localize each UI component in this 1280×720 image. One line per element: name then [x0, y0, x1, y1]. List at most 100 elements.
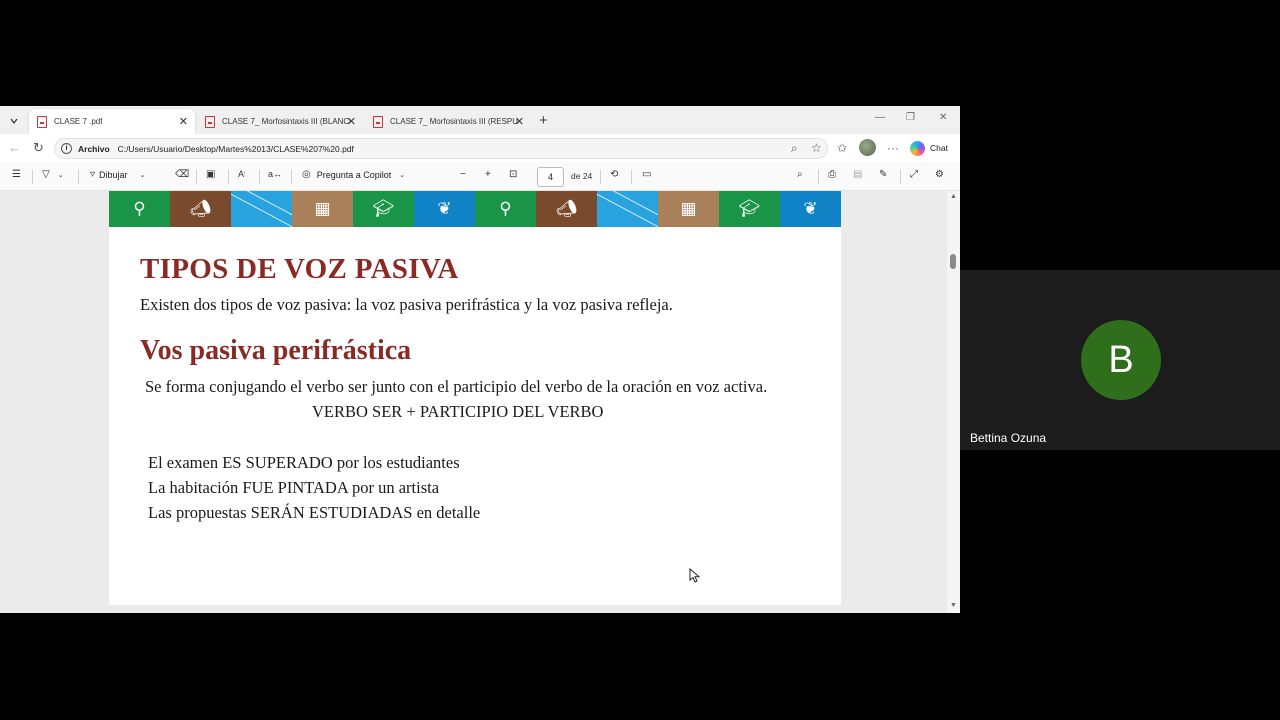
eraser-icon[interactable]: ⌫ [175, 169, 189, 180]
pdf-icon [37, 115, 47, 128]
vertical-scrollbar[interactable]: ▲ ▼ [947, 191, 960, 613]
map-pin-icon: ⚲ [475, 191, 536, 227]
address-url: C:/Users/Usuario/Desktop/Martes%2013/CLA… [117, 143, 354, 154]
megaphone-icon: 📣︎ [170, 191, 231, 227]
back-button[interactable]: ← [8, 140, 21, 155]
contents-icon[interactable]: ☰ [12, 169, 21, 180]
fullscreen-icon[interactable]: ⤢ [910, 169, 918, 180]
favorite-star-icon[interactable]: ☆ [811, 141, 822, 155]
toolbar-divider [78, 170, 79, 184]
minimize-button[interactable]: — [875, 112, 885, 123]
toolbar-divider [600, 170, 601, 184]
document-intro: Existen dos tipos de voz pasiva: la voz … [140, 295, 673, 314]
translate-icon[interactable]: a↔ [268, 169, 282, 179]
people-icon: ▦ [292, 191, 353, 227]
address-scheme: Archivo [78, 143, 110, 154]
participant-avatar: B [1081, 320, 1161, 400]
tab-title: CLASE 7_ Morfosintaxis III (RESPUESTAS) [390, 117, 518, 126]
tab-morfosintaxis-blanco[interactable]: CLASE 7_ Morfosintaxis III (BLANCO) ✕ [197, 109, 363, 134]
more-menu-icon[interactable]: ··· [887, 141, 899, 155]
document-definition: Se forma conjugando el verbo ser junto c… [145, 377, 768, 396]
new-tab-button[interactable]: + [539, 112, 548, 129]
pdf-page: ⚲ 📣︎ ▦ 🎓︎ ❦ ⚲ 📣︎ ▦ 🎓︎ ❦ TIPOS DE VOZ PAS… [109, 191, 841, 605]
save-icon[interactable]: ▤ [853, 169, 862, 180]
map-icon: ❦ [780, 191, 841, 227]
rotate-icon[interactable]: ⟲ [610, 169, 618, 180]
draw-label: Dibujar [99, 169, 128, 180]
toolbar-divider [631, 170, 632, 184]
pdf-viewport[interactable]: ⚲ 📣︎ ▦ 🎓︎ ❦ ⚲ 📣︎ ▦ 🎓︎ ❦ TIPOS DE VOZ PAS… [0, 191, 960, 613]
highlight-icon[interactable]: ▽ ⌄ [42, 169, 64, 180]
copilot-chat-button[interactable]: Chat [910, 139, 948, 157]
scroll-up-arrow-icon[interactable]: ▲ [950, 193, 957, 200]
scroll-down-arrow-icon[interactable]: ▼ [950, 602, 957, 609]
page-view-icon[interactable]: ▭ [642, 169, 651, 180]
pdf-icon [373, 115, 383, 128]
close-window-button[interactable]: ✕ [939, 112, 947, 123]
page-number-input[interactable]: 4 [537, 167, 564, 187]
map-icon: ❦ [414, 191, 475, 227]
draw-button[interactable]: ▿ Dibujar ⌄ [90, 169, 145, 180]
toolbar-divider [291, 170, 292, 184]
screen: CLASE 7 .pdf ✕ CLASE 7_ Morfosintaxis II… [0, 0, 1280, 720]
ask-copilot-button[interactable]: ◎ Pregunta a Copilot ⌄ [302, 169, 405, 180]
pen-icon: ▿ [90, 169, 96, 180]
refresh-button[interactable]: ↻ [33, 140, 44, 156]
copilot-icon [910, 140, 925, 156]
mouse-cursor-icon [689, 568, 701, 583]
read-aloud-icon[interactable]: Aᵎ [238, 169, 245, 179]
pdf-toolbar: ☰ ▽ ⌄ ▿ Dibujar ⌄ ⌫ ▣ Aᵎ a↔ ◎ Pregunta a … [0, 162, 960, 191]
toolbar-divider [900, 170, 901, 184]
page-total: de 24 [571, 171, 593, 181]
participant-name: Bettina Ozuna [970, 431, 1047, 445]
fit-page-icon[interactable]: ⊡ [509, 169, 517, 180]
tab-clase7-pdf[interactable]: CLASE 7 .pdf ✕ [29, 109, 195, 134]
example-line: La habitación FUE PINTADA por un artista [148, 478, 440, 497]
profile-avatar[interactable] [859, 139, 876, 156]
scroll-thumb[interactable] [950, 254, 956, 269]
search-icon[interactable]: ⌕ [797, 169, 803, 180]
zoom-icon[interactable]: ⌕ [791, 141, 798, 156]
graduation-cap-icon: 🎓︎ [353, 191, 414, 227]
tab-close-icon[interactable]: ✕ [515, 115, 524, 128]
graduation-cap-icon: 🎓︎ [719, 191, 780, 227]
document-formula: VERBO SER + PARTICIPIO DEL VERBO [312, 402, 604, 421]
tab-title: CLASE 7 .pdf [54, 117, 103, 126]
example-line: Las propuestas SERÁN ESTUDIADAS en detal… [148, 503, 481, 522]
zoom-in-button[interactable]: + [485, 169, 491, 180]
copilot-icon: ◎ [302, 169, 311, 180]
copilot-chat-label: Chat [930, 143, 948, 153]
tab-title: CLASE 7_ Morfosintaxis III (BLANCO) [222, 117, 350, 126]
stripes-pattern [231, 191, 292, 227]
chevron-down-icon [10, 118, 18, 124]
document-title: TIPOS DE VOZ PASIVA [140, 253, 459, 285]
tab-close-icon[interactable]: ✕ [179, 115, 188, 128]
toolbar-divider [196, 170, 197, 184]
tab-strip: CLASE 7 .pdf ✕ CLASE 7_ Morfosintaxis II… [0, 106, 960, 134]
save-as-icon[interactable]: ✎ [879, 169, 887, 180]
tab-close-icon[interactable]: ✕ [347, 115, 356, 128]
address-bar[interactable]: i Archivo C:/Users/Usuario/Desktop/Marte… [54, 138, 828, 159]
print-icon[interactable]: ⎙ [828, 169, 836, 180]
megaphone-icon: 📣︎ [536, 191, 597, 227]
decorative-banner: ⚲ 📣︎ ▦ 🎓︎ ❦ ⚲ 📣︎ ▦ 🎓︎ ❦ [109, 191, 841, 227]
ask-copilot-label: Pregunta a Copilot [316, 169, 392, 180]
favorites-icon[interactable]: ✩ [837, 141, 847, 155]
stripes-pattern [597, 191, 658, 227]
restore-button[interactable]: ❐ [906, 112, 915, 123]
settings-gear-icon[interactable]: ⚙ [935, 169, 944, 180]
participant-tile[interactable]: B Bettina Ozuna [960, 270, 1280, 450]
browser-window: CLASE 7 .pdf ✕ CLASE 7_ Morfosintaxis II… [0, 106, 960, 613]
toolbar-divider [818, 170, 819, 184]
people-icon: ▦ [658, 191, 719, 227]
address-row: ← ↻ i Archivo C:/Users/Usuario/Desktop/M… [0, 134, 960, 162]
map-pin-icon: ⚲ [109, 191, 170, 227]
tab-morfosintaxis-respuestas[interactable]: CLASE 7_ Morfosintaxis III (RESPUESTAS) … [365, 109, 531, 134]
text-box-icon[interactable]: ▣ [206, 169, 215, 180]
pdf-icon [205, 115, 215, 128]
zoom-out-button[interactable]: − [460, 169, 466, 180]
chevron-down-icon: ⌄ [139, 171, 146, 179]
info-icon: i [61, 143, 72, 154]
example-line: El examen ES SUPERADO por los estudiante… [148, 453, 460, 472]
tab-list-button[interactable] [4, 111, 24, 131]
